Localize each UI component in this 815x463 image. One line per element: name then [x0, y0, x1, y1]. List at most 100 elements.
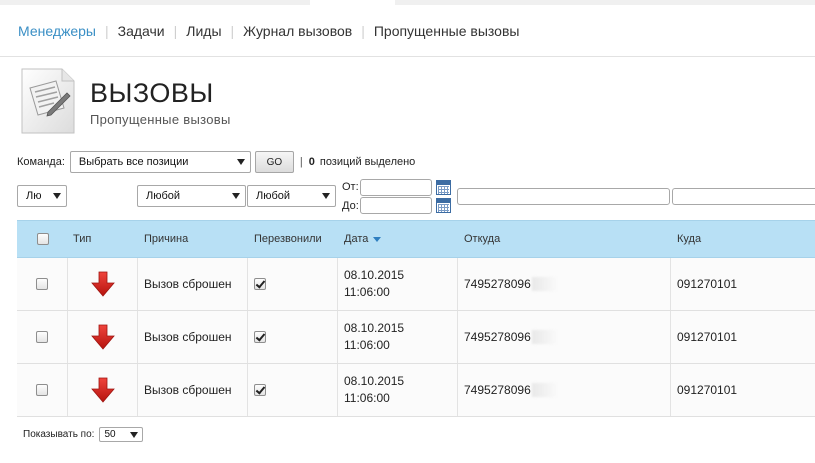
command-select[interactable]: Выбрать все позиции: [69, 151, 251, 173]
filter-type-select[interactable]: Лю: [17, 185, 67, 207]
row-reason-cell: Вызов сброшен: [138, 364, 248, 416]
table-row[interactable]: Вызов сброшен 08.10.2015 11:06:00 749527…: [17, 258, 815, 311]
header-to[interactable]: Куда: [671, 221, 815, 257]
header-type[interactable]: Тип: [68, 221, 138, 257]
per-page-label: Показывать по:: [23, 429, 95, 440]
calendar-icon[interactable]: [436, 180, 451, 195]
header-from-label: Откуда: [464, 233, 501, 245]
filter-to-input[interactable]: [672, 188, 815, 205]
header-reason-label: Причина: [144, 233, 189, 245]
selected-count-text: позиций выделено: [319, 156, 416, 168]
row-reason-cell: Вызов сброшен: [138, 311, 248, 363]
per-page-select[interactable]: 50: [99, 427, 144, 442]
row-from-cell: 7495278096: [458, 364, 671, 416]
row-from: 7495278096: [464, 383, 531, 397]
redacted-digits: [531, 383, 558, 397]
row-checkbox[interactable]: [36, 384, 48, 396]
nav-item-call-log[interactable]: Журнал вызовов: [243, 23, 352, 39]
chevron-down-icon: [130, 432, 139, 438]
date-from-input[interactable]: [360, 179, 432, 196]
chevron-down-icon: [232, 193, 240, 199]
filter-reason-select[interactable]: Любой: [137, 185, 246, 207]
row-date-cell: 08.10.2015 11:06:00: [338, 258, 458, 310]
command-label: Команда:: [17, 156, 65, 168]
date-to-input[interactable]: [360, 197, 432, 214]
header-from[interactable]: Откуда: [458, 221, 671, 257]
row-select-cell: [17, 364, 68, 416]
row-to-cell: 091270101: [677, 330, 738, 344]
filter-from-input[interactable]: [457, 188, 670, 205]
nav-item-tasks[interactable]: Задачи: [118, 23, 165, 39]
row-time: 11:06:00: [344, 391, 390, 405]
nav-separator: |: [173, 22, 178, 39]
document-pencil-icon: [20, 68, 76, 134]
row-to-cell: 091270101: [677, 383, 738, 397]
header-reason[interactable]: Причина: [138, 221, 248, 257]
row-date: 08.10.2015: [344, 374, 405, 388]
called-back-checkbox[interactable]: [254, 331, 266, 343]
header-date[interactable]: Дата: [338, 221, 458, 257]
row-type-cell: [68, 311, 138, 363]
header-date-label: Дата: [344, 233, 369, 245]
row-from-cell: 7495278096: [458, 258, 671, 310]
called-back-checkbox[interactable]: [254, 384, 266, 396]
row-time: 11:06:00: [344, 285, 390, 299]
header-type-label: Тип: [73, 233, 92, 245]
row-type-cell: [68, 258, 138, 310]
row-checkbox[interactable]: [36, 331, 48, 343]
header-called-back-label: Перезвонили: [254, 233, 322, 245]
nav-item-missed-calls[interactable]: Пропущенные вызовы: [374, 23, 520, 39]
page-subtitle: Пропущенные вызовы: [90, 112, 231, 127]
row-from: 7495278096: [464, 330, 531, 344]
date-from-label: От:: [342, 181, 359, 193]
calls-table: Тип Причина Перезвонили Дата Откуда Куда…: [17, 220, 815, 417]
redacted-digits: [531, 330, 558, 344]
row-from: 7495278096: [464, 277, 531, 291]
chevron-down-icon: [236, 159, 245, 165]
row-called-back-cell: [248, 364, 338, 416]
filter-called-back-value: Любой: [256, 190, 291, 202]
table-row[interactable]: Вызов сброшен 08.10.2015 11:06:00 749527…: [17, 364, 815, 417]
pagination-footer: Показывать по: 50: [23, 427, 144, 442]
calendar-icon[interactable]: [436, 198, 451, 213]
row-reason-cell: Вызов сброшен: [138, 258, 248, 310]
date-to-label: До:: [342, 200, 359, 212]
page-title: ВЫЗОВЫ: [90, 78, 214, 108]
arrow-down-red-icon: [90, 377, 115, 403]
chevron-down-icon: [53, 193, 61, 199]
row-called-back-cell: [248, 258, 338, 310]
arrow-down-red-icon: [90, 324, 115, 350]
nav-item-leads[interactable]: Лиды: [186, 23, 221, 39]
go-button[interactable]: GO: [254, 151, 294, 173]
nav-separator: |: [230, 22, 235, 39]
top-nav: Менеджеры | Задачи | Лиды | Журнал вызов…: [0, 5, 815, 57]
header-called-back[interactable]: Перезвонили: [248, 221, 338, 257]
filter-type-value: Лю: [26, 190, 42, 202]
filter-reason-value: Любой: [146, 190, 181, 202]
select-all-checkbox[interactable]: [36, 233, 49, 245]
command-select-value: Выбрать все позиции: [78, 156, 189, 168]
arrow-down-red-icon: [90, 271, 115, 297]
row-checkbox[interactable]: [36, 278, 48, 290]
row-from-cell: 7495278096: [458, 311, 671, 363]
row-date: 08.10.2015: [344, 268, 405, 282]
sort-desc-icon: [373, 236, 382, 242]
row-date-cell: 08.10.2015 11:06:00: [338, 311, 458, 363]
called-back-checkbox[interactable]: [254, 278, 266, 290]
row-date: 08.10.2015: [344, 321, 405, 335]
filter-called-back-select[interactable]: Любой: [247, 185, 336, 207]
row-type-cell: [68, 364, 138, 416]
redacted-digits: [531, 277, 558, 291]
nav-item-managers[interactable]: Менеджеры: [18, 23, 96, 39]
row-time: 11:06:00: [344, 338, 390, 352]
nav-separator: |: [104, 22, 109, 39]
table-header: Тип Причина Перезвонили Дата Откуда Куда: [17, 220, 815, 258]
header-select-all: [17, 221, 68, 257]
table-row[interactable]: Вызов сброшен 08.10.2015 11:06:00 749527…: [17, 311, 815, 364]
row-called-back-cell: [248, 311, 338, 363]
command-separator: |: [299, 156, 303, 168]
per-page-value: 50: [104, 429, 116, 440]
nav-separator: |: [361, 22, 365, 39]
header-to-label: Куда: [677, 233, 702, 245]
row-select-cell: [17, 258, 68, 310]
